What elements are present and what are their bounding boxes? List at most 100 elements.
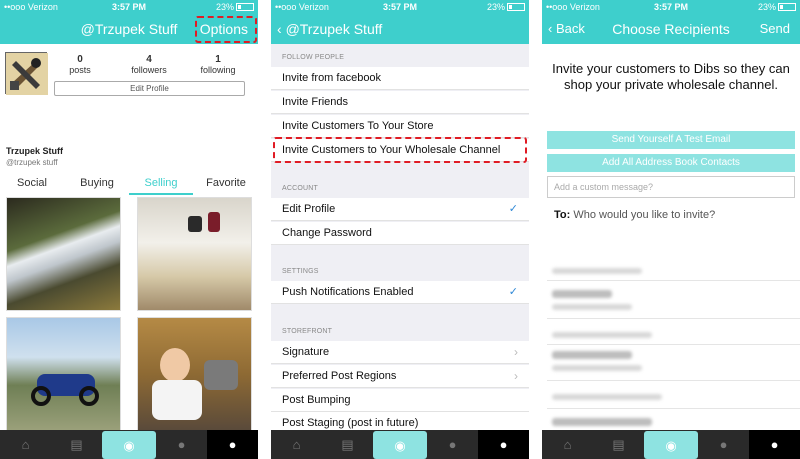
battery-icon xyxy=(778,3,796,11)
globe-icon[interactable]: ● xyxy=(156,430,207,459)
tab-favorite[interactable]: Favorite xyxy=(194,177,258,189)
stat-followers-value: 4 xyxy=(146,54,152,65)
change-password-row[interactable]: Change Password xyxy=(271,222,529,245)
options-highlight xyxy=(195,16,257,43)
contact-redacted xyxy=(552,365,642,371)
status-bar: ••ooo Verizon 3:57 PM 23% xyxy=(542,0,800,14)
globe-icon[interactable]: ● xyxy=(698,430,749,459)
profile-screen: ••ooo Verizon 3:57 PM 23% @Trzupek Stuff… xyxy=(0,0,258,459)
tab-bar: ⌂ ▤ ◉ ● ● xyxy=(542,430,800,459)
to-field[interactable]: To: Who would you like to invite? xyxy=(554,209,715,221)
signature-label: Signature xyxy=(282,346,330,358)
camera-icon[interactable]: ◉ xyxy=(102,431,156,459)
avatar-image-icon xyxy=(6,53,48,95)
contact-redacted xyxy=(552,304,632,310)
nav-bar: ‹ @Trzupek Stuff xyxy=(271,14,529,44)
to-label: To: xyxy=(554,209,571,221)
stat-posts-label: posts xyxy=(69,65,91,75)
listing-photo-mudroom[interactable] xyxy=(137,197,252,311)
stat-following-value: 1 xyxy=(215,54,221,65)
back-button-label: @Trzupek Stuff xyxy=(285,21,383,37)
home-icon[interactable]: ⌂ xyxy=(0,430,51,459)
checkmark-icon: ✓ xyxy=(508,203,518,215)
test-email-button[interactable]: Send Yourself A Test Email xyxy=(547,131,795,149)
section-account: ACCOUNT xyxy=(282,185,319,192)
tab-buying[interactable]: Buying xyxy=(65,177,129,189)
user-icon[interactable]: ● xyxy=(207,430,258,459)
home-icon[interactable]: ⌂ xyxy=(271,430,322,459)
status-bar: ••ooo Verizon 3:57 PM 23% xyxy=(271,0,529,14)
camera-icon[interactable]: ◉ xyxy=(644,431,698,459)
push-notifications-label: Push Notifications Enabled xyxy=(282,286,414,298)
tab-bar: ⌂ ▤ ◉ ● ● xyxy=(0,430,258,459)
stat-followers-label: followers xyxy=(131,65,167,75)
invite-description: Invite your customers to Dibs so they ca… xyxy=(552,61,790,92)
edit-profile-label: Edit Profile xyxy=(282,203,336,215)
grid-icon[interactable]: ▤ xyxy=(51,430,102,459)
edit-profile-button[interactable]: Edit Profile xyxy=(54,81,245,96)
invite-friends-row[interactable]: Invite Friends xyxy=(271,91,529,114)
to-prompt: Who would you like to invite? xyxy=(573,209,716,221)
send-button[interactable]: Send xyxy=(760,21,790,36)
battery-icon xyxy=(236,3,254,11)
battery-indicator: 23% xyxy=(487,2,525,12)
contact-redacted xyxy=(552,394,662,400)
edit-profile-row[interactable]: Edit Profile ✓ xyxy=(271,198,529,221)
battery-icon xyxy=(507,3,525,11)
contact-redacted xyxy=(552,351,632,359)
add-all-contacts-button[interactable]: Add All Address Book Contacts xyxy=(547,154,795,172)
active-tab-indicator xyxy=(129,193,193,195)
battery-indicator: 23% xyxy=(216,2,254,12)
invite-store-customers-row[interactable]: Invite Customers To Your Store xyxy=(271,115,529,138)
options-screen: ••ooo Verizon 3:57 PM 23% ‹ @Trzupek Stu… xyxy=(271,0,529,459)
tab-selling[interactable]: Selling xyxy=(129,177,193,189)
wholesale-highlight xyxy=(273,137,527,163)
chevron-right-icon: › xyxy=(514,369,518,383)
section-settings: SETTINGS xyxy=(282,268,319,275)
contact-redacted xyxy=(552,268,642,274)
section-follow-people: FOLLOW PEOPLE xyxy=(282,54,345,61)
signature-row[interactable]: Signature › xyxy=(271,341,529,364)
section-storefront: STOREFRONT xyxy=(282,328,333,335)
contact-redacted xyxy=(552,418,652,426)
choose-recipients-screen: ••ooo Verizon 3:57 PM 23% ‹ Back Choose … xyxy=(542,0,800,459)
stat-followers[interactable]: 4 followers xyxy=(119,54,179,75)
battery-indicator: 23% xyxy=(758,2,796,12)
tab-social[interactable]: Social xyxy=(0,177,64,189)
battery-percent: 23% xyxy=(757,2,776,12)
listing-photo-waterfall[interactable] xyxy=(6,197,121,311)
preferred-regions-row[interactable]: Preferred Post Regions › xyxy=(271,365,529,388)
contact-redacted xyxy=(552,332,652,338)
camera-icon[interactable]: ◉ xyxy=(373,431,427,459)
globe-icon[interactable]: ● xyxy=(427,430,478,459)
custom-message-input[interactable]: Add a custom message? xyxy=(547,176,795,198)
checkmark-icon: ✓ xyxy=(508,286,518,298)
avatar[interactable] xyxy=(5,52,48,95)
stat-following[interactable]: 1 following xyxy=(188,54,248,75)
battery-percent: 23% xyxy=(486,2,505,12)
user-icon[interactable]: ● xyxy=(478,430,529,459)
nav-bar: ‹ Back Choose Recipients Send xyxy=(542,14,800,44)
stat-following-label: following xyxy=(200,65,236,75)
profile-name: Trzupek Stuff xyxy=(6,146,64,156)
home-icon[interactable]: ⌂ xyxy=(542,430,593,459)
battery-percent: 23% xyxy=(215,2,234,12)
tab-bar: ⌂ ▤ ◉ ● ● xyxy=(271,430,529,459)
user-icon[interactable]: ● xyxy=(749,430,800,459)
grid-icon[interactable]: ▤ xyxy=(593,430,644,459)
chevron-right-icon: › xyxy=(514,345,518,359)
preferred-regions-label: Preferred Post Regions xyxy=(282,370,397,382)
listing-photo-dirtbike[interactable] xyxy=(6,317,121,431)
invite-facebook-row[interactable]: Invite from facebook xyxy=(271,67,529,90)
stat-posts-value: 0 xyxy=(77,54,83,65)
chevron-left-icon: ‹ xyxy=(277,21,282,37)
back-button[interactable]: ‹ @Trzupek Stuff xyxy=(277,21,382,37)
contact-redacted xyxy=(552,290,612,298)
stat-posts[interactable]: 0 posts xyxy=(50,54,110,75)
listing-photo-child[interactable] xyxy=(137,317,252,431)
grid-icon[interactable]: ▤ xyxy=(322,430,373,459)
status-bar: ••ooo Verizon 3:57 PM 23% xyxy=(0,0,258,14)
profile-handle: @trzupek stuff xyxy=(6,158,58,167)
post-bumping-row[interactable]: Post Bumping xyxy=(271,389,529,412)
push-notifications-row[interactable]: Push Notifications Enabled ✓ xyxy=(271,281,529,304)
